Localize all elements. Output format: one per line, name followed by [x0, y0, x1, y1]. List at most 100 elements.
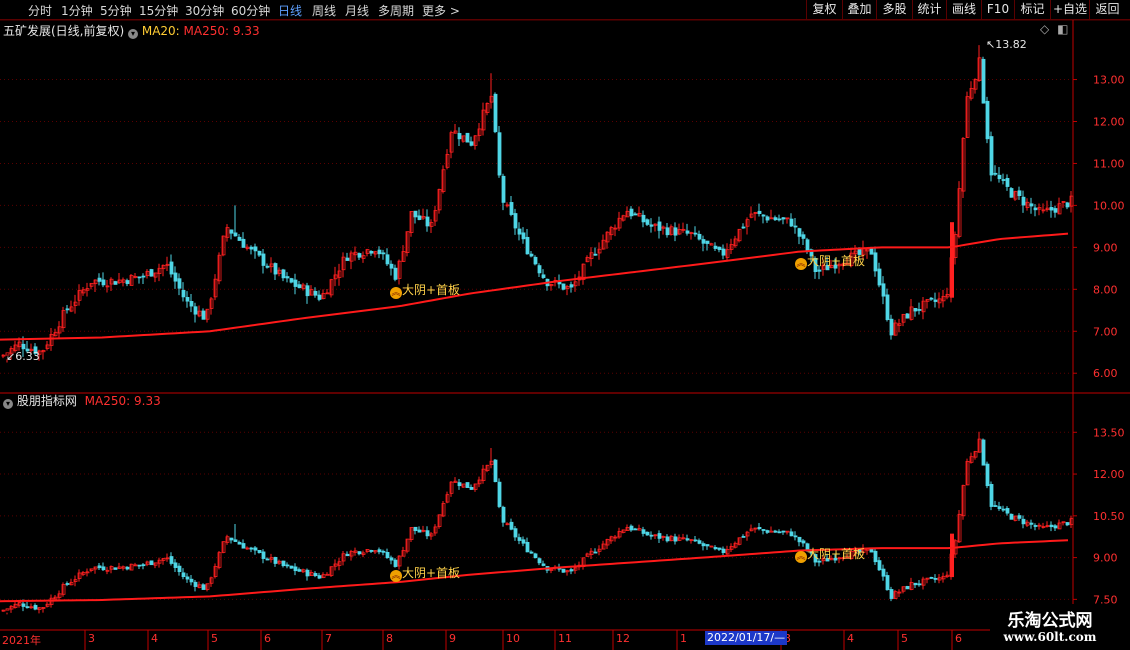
tab-15min[interactable]: 15分钟 [139, 2, 178, 19]
candle-body [801, 234, 806, 239]
candle-body [641, 529, 646, 534]
candle-body [185, 576, 190, 580]
tab-weekly[interactable]: 周线 [312, 2, 336, 19]
candle-body [377, 249, 382, 255]
candle-body [633, 528, 638, 531]
candle-body [693, 232, 698, 235]
candle-body [497, 481, 502, 507]
candle-body [501, 175, 506, 203]
price-tick-label: 9.00 [1093, 241, 1118, 254]
breakout-candle [950, 222, 954, 298]
candle-body [525, 236, 530, 255]
back-button[interactable]: 返回 [1089, 0, 1125, 19]
candle-body [1053, 525, 1058, 529]
candle-body [377, 549, 382, 553]
multi-stock-button[interactable]: 多股 [876, 0, 912, 19]
high-price-label: ↖13.82 [986, 38, 1027, 51]
candle-body [701, 239, 706, 244]
candle-body [989, 483, 994, 507]
candle-body [701, 543, 706, 547]
period-toolbar: 分时 1分钟 5分钟 15分钟 30分钟 60分钟 日线 周线 月线 多周期 更… [0, 0, 1130, 20]
candle-body [885, 575, 890, 591]
draw-line-button[interactable]: 画线 [946, 0, 981, 19]
candle-body [141, 275, 146, 278]
tab-1min[interactable]: 1分钟 [61, 2, 93, 19]
price-tick-label: 10.00 [1093, 199, 1125, 212]
candle-body [317, 575, 322, 579]
candle-body [177, 278, 182, 289]
candle-body [1049, 524, 1054, 528]
candle-body [313, 290, 318, 296]
candle-body [465, 482, 470, 488]
add-watchlist-button[interactable]: +自选 [1050, 0, 1089, 19]
candle-body [665, 227, 670, 236]
candle-body [389, 557, 394, 561]
candle-body [929, 576, 934, 579]
candle-body [1033, 525, 1038, 527]
restore-rights-button[interactable]: 复权 [806, 0, 842, 19]
mark-button[interactable]: 标记 [1014, 0, 1050, 19]
candle-body [281, 269, 286, 279]
sub-ma250-line [0, 539, 1069, 603]
candle-body [649, 224, 654, 227]
price-tick-label: 6.00 [1093, 367, 1118, 380]
candle-body [293, 279, 298, 287]
candle-body [313, 573, 318, 577]
candle-body [189, 301, 194, 307]
candle-body [769, 217, 774, 220]
candle-body [797, 228, 802, 237]
candle-body [537, 558, 542, 564]
candle-body [525, 541, 530, 553]
date-label: 6 [264, 632, 271, 645]
candle-body [997, 174, 1002, 180]
candle-body [65, 308, 70, 311]
candle-body [557, 281, 562, 285]
candle-body [413, 210, 418, 218]
tab-30min[interactable]: 30分钟 [185, 2, 224, 19]
date-label: 7 [325, 632, 332, 645]
candle-body [465, 132, 470, 143]
candle-body [1029, 203, 1034, 207]
date-label: 9 [449, 632, 456, 645]
candle-body [1005, 508, 1010, 514]
f10-button[interactable]: F10 [981, 0, 1014, 19]
candle-body [345, 257, 350, 261]
signal-label: ︽ 大阴+首板 [795, 254, 866, 270]
statistics-button[interactable]: 统计 [912, 0, 946, 19]
candle-body [717, 547, 722, 550]
candle-body [885, 294, 890, 321]
candle-body [181, 289, 186, 298]
tab-60min[interactable]: 60分钟 [231, 2, 270, 19]
candle-body [761, 214, 766, 217]
tab-5min[interactable]: 5分钟 [100, 2, 132, 19]
tab-timeshare[interactable]: 分时 [28, 2, 52, 19]
candle-body [33, 604, 38, 610]
candle-body [509, 202, 514, 215]
candle-body [185, 297, 190, 302]
price-tick-label: 13.00 [1093, 74, 1125, 87]
overlay-button[interactable]: 叠加 [842, 0, 876, 19]
candle-body [101, 566, 106, 571]
tab-multi-period[interactable]: 多周期 [378, 2, 414, 19]
candle-body [933, 299, 938, 302]
candle-body [1065, 522, 1070, 526]
candle-body [233, 539, 238, 542]
tab-monthly[interactable]: 月线 [345, 2, 369, 19]
tab-more[interactable]: 更多 > [422, 2, 460, 19]
price-tick-label: 13.50 [1093, 426, 1125, 439]
kline-chart-area[interactable]: 6.007.008.009.0010.0011.0012.0013.007.50… [0, 20, 1130, 650]
candle-body [497, 132, 502, 176]
price-tick-label: 7.00 [1093, 325, 1118, 338]
candle-body [781, 217, 786, 220]
tab-daily[interactable]: 日线 [278, 2, 302, 19]
candle-body [905, 586, 910, 590]
candle-body [793, 535, 798, 538]
candle-body [981, 58, 986, 104]
candle-body [425, 530, 430, 537]
candle-body [509, 521, 514, 530]
candle-body [357, 551, 362, 555]
candle-body [641, 214, 646, 223]
candle-body [521, 539, 526, 544]
candle-body [533, 553, 538, 559]
candle-body [273, 557, 278, 564]
